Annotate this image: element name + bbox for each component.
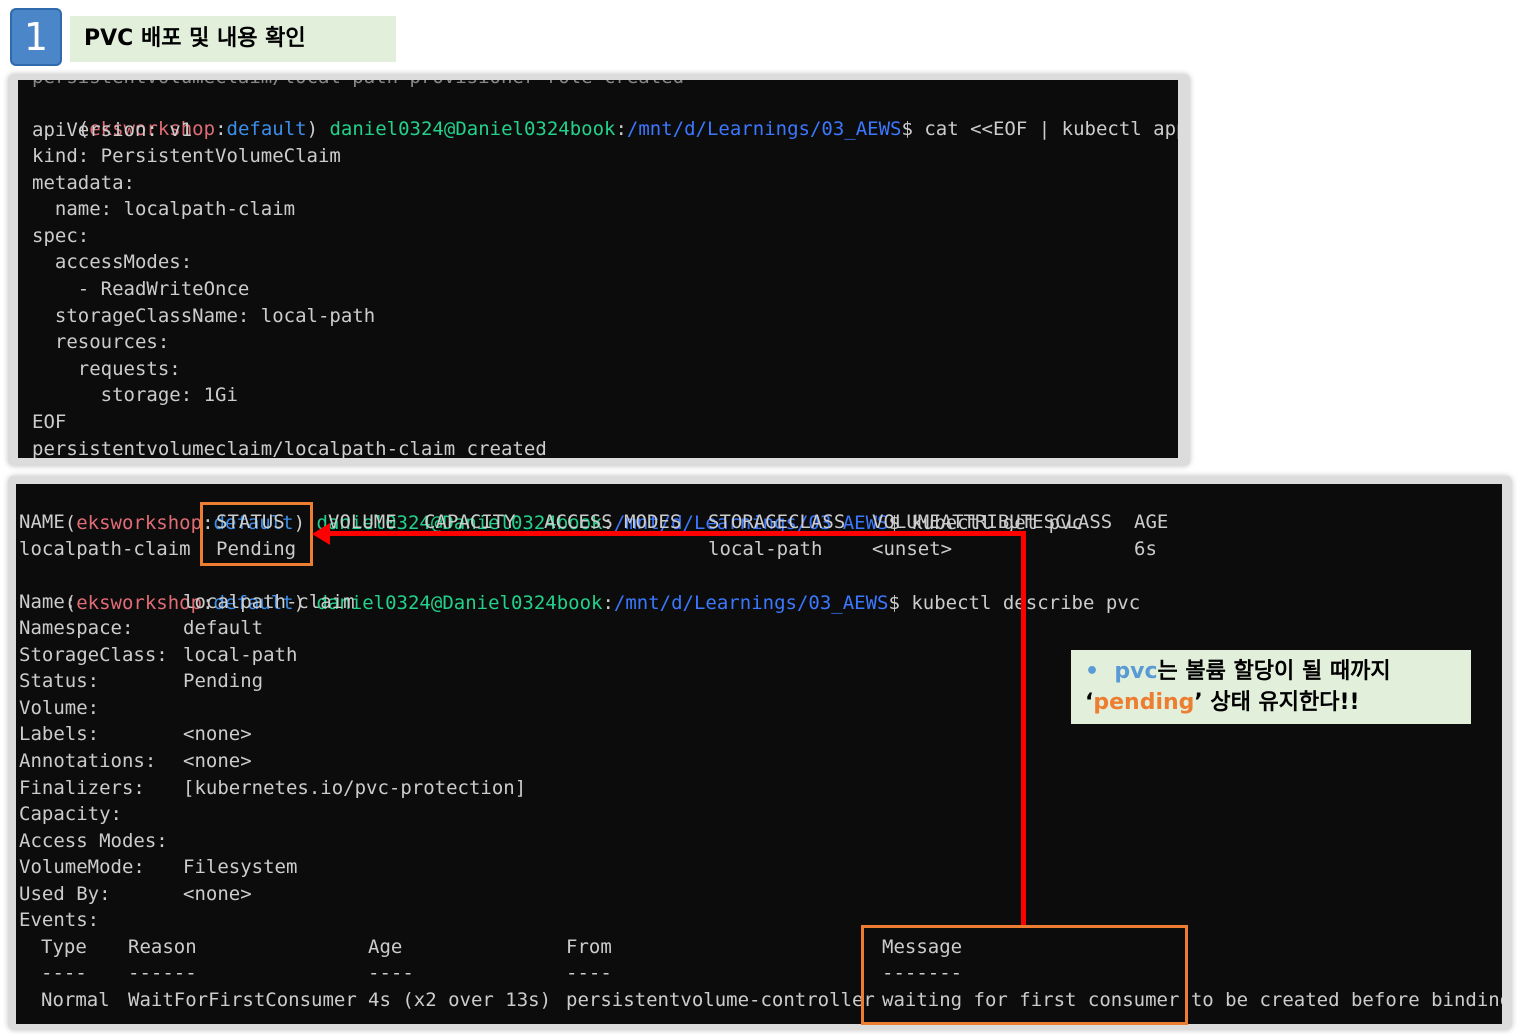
- terminal-2-prompt-describe: (eksworkshop:default) daniel0324@Daniel0…: [64, 592, 1141, 614]
- step-number-badge: 1: [10, 8, 62, 66]
- describe-key: Labels:: [19, 723, 100, 745]
- step-title: PVC 배포 및 내용 확인: [70, 16, 396, 62]
- events-col-from: From: [566, 936, 612, 958]
- output-line: storageClassName: local-path: [32, 305, 376, 327]
- events-dash: ----: [368, 962, 414, 984]
- output-line: EOF: [32, 411, 67, 433]
- events-col-type: Type: [41, 936, 87, 958]
- output-line: persistentvolumeclaim/localpath-claim cr…: [32, 438, 547, 458]
- events-dash: ----: [41, 962, 87, 984]
- output-line: name: localpath-claim: [32, 198, 296, 220]
- arrow-vertical: [1021, 531, 1026, 925]
- output-line: requests:: [32, 358, 181, 380]
- output-line: kind: PersistentVolumeClaim: [32, 145, 341, 167]
- status-highlight-box: [200, 502, 313, 566]
- describe-key: Access Modes:: [19, 830, 168, 852]
- events-dash: ------: [128, 962, 197, 984]
- arrow-head-icon: [312, 523, 330, 545]
- pvc-col-capacity: CAPACITY: [424, 511, 516, 533]
- pvc-col-volumeattributesclass: VOLUMEATTRIBUTESCLASS: [872, 511, 1113, 533]
- describe-key: Finalizers:: [19, 777, 145, 799]
- describe-value: <none>: [183, 883, 252, 905]
- event-from: persistentvolume-controller: [566, 989, 875, 1011]
- prompt-user: daniel0324@Daniel0324book: [316, 592, 603, 614]
- describe-value: <none>: [183, 723, 252, 745]
- describe-key: Volume:: [19, 697, 100, 719]
- describe-value: [kubernetes.io/pvc-protection]: [183, 777, 527, 799]
- event-type: Normal: [41, 989, 110, 1011]
- describe-value: localpath-claim: [183, 591, 355, 613]
- pvc-row-storageclass: local-path: [708, 538, 823, 560]
- describe-key: Namespace:: [19, 617, 134, 639]
- callout-line-1: • pvc는 볼륨 할당이 될 때까지: [1085, 659, 1391, 684]
- prompt-path: /mnt/d/Learnings/03_AEWS: [626, 118, 902, 140]
- pvc-row-age: 6s: [1134, 538, 1157, 560]
- describe-value: Filesystem: [183, 856, 298, 878]
- output-line: resources:: [32, 331, 170, 353]
- describe-value: default: [183, 617, 264, 639]
- pvc-col-age: AGE: [1134, 511, 1169, 533]
- callout-note: • pvc는 볼륨 할당이 될 때까지 ‘pending’ 상태 유지한다!!: [1071, 650, 1471, 724]
- pvc-row-name: localpath-claim: [19, 538, 191, 560]
- prompt-env: eksworkshop: [76, 512, 203, 534]
- terminal-1-cut-line: persistentvolumeclaim/local-path-provisi…: [32, 80, 684, 90]
- events-col-age: Age: [368, 936, 403, 958]
- describe-key: Events:: [19, 909, 100, 931]
- events-col-reason: Reason: [128, 936, 197, 958]
- event-reason: WaitForFirstConsumer: [128, 989, 357, 1011]
- describe-value: Pending: [183, 670, 264, 692]
- prompt-user: daniel0324@Daniel0324book: [329, 118, 616, 140]
- events-dash: ----: [566, 962, 612, 984]
- pvc-col-access-modes: ACCESS MODES: [544, 511, 682, 533]
- pvc-col-name: NAME: [19, 511, 65, 533]
- callout-pending: pending: [1093, 690, 1195, 715]
- describe-value: local-path: [183, 644, 298, 666]
- terminal-1-prompt-line: (eksworkshop:default) daniel0324@Daniel0…: [32, 90, 1178, 140]
- output-line: storage: 1Gi: [32, 384, 238, 406]
- describe-key: Annotations:: [19, 750, 157, 772]
- describe-key: Name:: [19, 591, 77, 613]
- describe-key: Status:: [19, 670, 100, 692]
- output-line: metadata:: [32, 172, 135, 194]
- prompt-namespace: default: [226, 118, 307, 140]
- pvc-col-volume: VOLUME: [328, 511, 397, 533]
- terminal-1[interactable]: persistentvolumeclaim/local-path-provisi…: [18, 80, 1178, 458]
- arrow-horizontal: [326, 531, 1026, 536]
- output-line: accessModes:: [32, 251, 193, 273]
- describe-key: Used By:: [19, 883, 111, 905]
- describe-key: VolumeMode:: [19, 856, 145, 878]
- callout-pvc: pvc: [1114, 659, 1158, 684]
- prompt-path: /mnt/d/Learnings/03_AEWS: [613, 592, 889, 614]
- output-line: - ReadWriteOnce: [32, 278, 250, 300]
- describe-value: <none>: [183, 750, 252, 772]
- pvc-col-storageclass: STORAGECLASS: [708, 511, 846, 533]
- output-line: spec:: [32, 225, 90, 247]
- command-apply: cat <<EOF | kubectl apply -f -: [924, 118, 1178, 140]
- pvc-row-vac: <unset>: [872, 538, 953, 560]
- describe-key: StorageClass:: [19, 644, 168, 666]
- describe-key: Capacity:: [19, 803, 122, 825]
- callout-line-2: ‘pending’ 상태 유지한다!!: [1085, 690, 1360, 715]
- event-age: 4s (x2 over 13s): [368, 989, 552, 1011]
- message-highlight-box: [861, 925, 1188, 1025]
- terminal-2-prompt-get: (eksworkshop:default) daniel0324@Daniel0…: [64, 512, 1083, 534]
- output-line: apiVersion: v1: [32, 119, 193, 141]
- bullet-icon: •: [1085, 659, 1100, 684]
